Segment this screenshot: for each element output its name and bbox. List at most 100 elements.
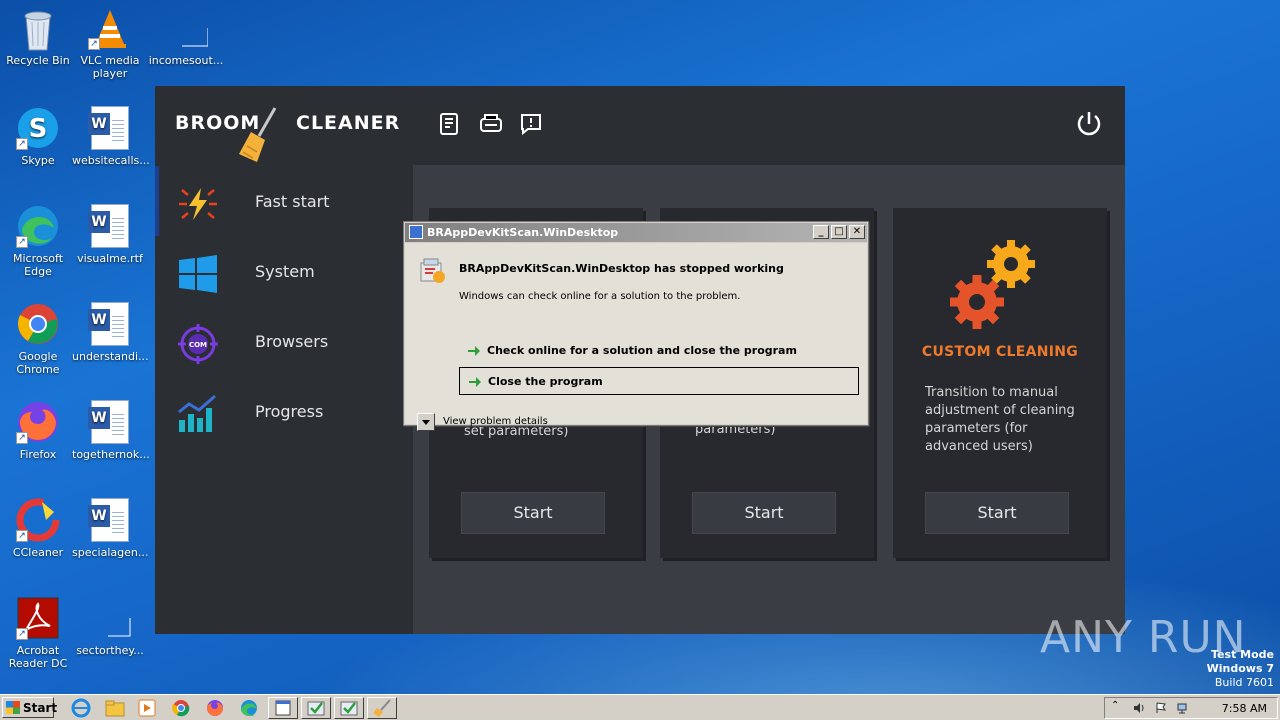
desktop-icon-label: sectorthey...	[76, 644, 144, 657]
feedback-icon[interactable]	[519, 112, 543, 136]
nav-label: Progress	[255, 402, 324, 421]
start-button[interactable]: Start	[692, 492, 836, 534]
system-tray: ⌃ 7:58 AM	[1104, 697, 1278, 719]
shortcut-arrow-icon: ↗	[16, 628, 28, 640]
minimize-button[interactable]: _	[813, 225, 829, 239]
power-icon[interactable]	[1075, 110, 1103, 138]
start-button[interactable]: Start	[461, 492, 605, 534]
desktop-icon-label: Acrobat Reader DC	[8, 644, 68, 670]
edge-taskbar-icon[interactable]	[238, 698, 260, 718]
acrobat-icon: ↗	[16, 596, 60, 640]
error-dialog: BRAppDevKitScan.WinDesktop _ □ ✕ BRAppDe…	[403, 221, 869, 431]
ie-icon[interactable]	[70, 698, 92, 718]
expand-details-button[interactable]	[417, 413, 435, 431]
media-player-icon[interactable]	[136, 698, 158, 718]
desktop-icon-label: visualme.rtf	[77, 252, 143, 265]
taskbar-task-3[interactable]	[334, 697, 364, 719]
desktop-icon-label: togethernok...	[72, 448, 150, 461]
taskbar-task-broom[interactable]	[367, 697, 397, 719]
lightning-icon	[179, 188, 217, 220]
taskbar-task-2[interactable]	[301, 697, 331, 719]
view-details-label: View problem details	[443, 416, 548, 427]
desktop-icon-sectorthey[interactable]: sectorthey...	[72, 596, 148, 657]
chevron-down-icon	[422, 420, 430, 425]
desktop-icon-label: Skype	[21, 154, 55, 167]
desktop-icon-understandi[interactable]: understandi...	[72, 302, 149, 363]
taskbar-task-1[interactable]	[268, 697, 298, 719]
checkmark-app-icon	[340, 701, 358, 716]
blank-file-icon	[164, 6, 209, 50]
dialog-titlebar[interactable]: BRAppDevKitScan.WinDesktop _ □ ✕	[405, 223, 867, 242]
nav-item-progress[interactable]: Progress	[155, 382, 413, 442]
vlc-icon: ↗	[88, 6, 132, 50]
app-window-icon	[409, 225, 423, 239]
close-program-option[interactable]: Close the program	[459, 367, 859, 395]
nav-item-fast-start[interactable]: Fast start	[155, 172, 413, 232]
desktop-icon-vlc[interactable]: ↗ VLC media player	[72, 6, 148, 80]
custom-cleaning-card: CUSTOM CLEANING Transition to manual adj…	[893, 208, 1107, 558]
desktop-icon-label: CCleaner	[12, 546, 64, 559]
start-button-taskbar[interactable]: Start	[2, 697, 57, 718]
scanner-icon[interactable]	[479, 112, 503, 136]
desktop-icon-label: Recycle Bin	[6, 54, 70, 67]
nav-item-system[interactable]: System	[155, 242, 413, 302]
option-label: Check online for a solution and close th…	[487, 344, 797, 357]
nav-label: Fast start	[255, 192, 330, 211]
nav-item-browsers[interactable]: COM Browsers	[155, 312, 413, 372]
chevron-up-icon[interactable]: ⌃	[1111, 700, 1123, 712]
desktop-icon-recycle-bin[interactable]: Recycle Bin	[0, 6, 76, 67]
desktop-icon-acrobat[interactable]: ↗ Acrobat Reader DC	[0, 596, 76, 670]
word-document-icon	[88, 204, 132, 248]
checkmark-app-icon	[307, 701, 325, 716]
desktop-icon-firefox[interactable]: ↗ Firefox	[0, 400, 76, 461]
maximize-button[interactable]: □	[831, 225, 847, 239]
test-mode-line2: Windows 7	[1206, 662, 1274, 675]
document-icon[interactable]	[437, 112, 461, 136]
desktop-icon-label: Firefox	[19, 448, 57, 461]
volume-icon[interactable]	[1133, 702, 1145, 714]
desktop-icon-label: Microsoft Edge	[12, 252, 64, 278]
chrome-taskbar-icon[interactable]	[170, 698, 192, 718]
desktop-icon-specialagen[interactable]: specialagen...	[72, 498, 148, 559]
nav-label: System	[255, 262, 315, 281]
chrome-icon	[16, 302, 60, 346]
shortcut-arrow-icon: ↗	[16, 432, 28, 444]
desktop-icon-edge[interactable]: ↗ Microsoft Edge	[0, 204, 76, 278]
word-document-icon	[88, 498, 132, 542]
bar-chart-icon	[178, 394, 216, 432]
dialog-body: BRAppDevKitScan.WinDesktop has stopped w…	[405, 243, 867, 431]
dialog-title: BRAppDevKitScan.WinDesktop	[427, 226, 619, 239]
test-mode-text: Test Mode Windows 7 Build 7601	[1207, 648, 1274, 690]
flag-icon[interactable]	[1155, 702, 1167, 714]
desktop-icon-ccleaner[interactable]: ↗ CCleaner	[0, 498, 76, 559]
explorer-icon[interactable]	[104, 698, 126, 718]
firefox-taskbar-icon[interactable]	[204, 698, 226, 718]
desktop-icon-label: websitecalls...	[72, 154, 150, 167]
start-button[interactable]: Start	[925, 492, 1069, 534]
test-mode-line1: Test Mode	[1211, 648, 1274, 661]
desktop-icon-chrome[interactable]: Google Chrome	[0, 302, 76, 376]
green-arrow-icon	[469, 377, 481, 387]
check-online-option[interactable]: Check online for a solution and close th…	[459, 337, 859, 365]
desktop-icon-label: incomesout...	[148, 54, 224, 67]
desktop-icon-togethernok[interactable]: togethernok...	[72, 400, 150, 461]
clock[interactable]: 7:58 AM	[1222, 702, 1267, 715]
desktop-icon-label: VLC media player	[80, 54, 140, 80]
word-document-icon	[88, 302, 132, 346]
desktop-icon-incomesout[interactable]: incomesout...	[148, 6, 224, 67]
green-arrow-icon	[468, 346, 480, 356]
edge-icon: ↗	[16, 204, 60, 248]
desktop-icon-visualme[interactable]: visualme.rtf	[72, 204, 148, 265]
close-button[interactable]: ✕	[849, 225, 865, 239]
word-document-icon	[88, 400, 132, 444]
broom-icon	[239, 107, 277, 162]
desktop-icon-label: specialagen...	[72, 546, 149, 559]
browser-target-icon: COM	[178, 324, 218, 364]
desktop-icon-websitecalls[interactable]: websitecalls...	[72, 106, 150, 167]
recycle-bin-icon	[16, 6, 60, 51]
card-title: CUSTOM CLEANING	[921, 344, 1079, 360]
nav-label: Browsers	[255, 332, 329, 351]
skype-icon: S ↗	[16, 106, 60, 150]
desktop-icon-skype[interactable]: S ↗ Skype	[0, 106, 76, 167]
network-icon[interactable]	[1177, 702, 1189, 714]
